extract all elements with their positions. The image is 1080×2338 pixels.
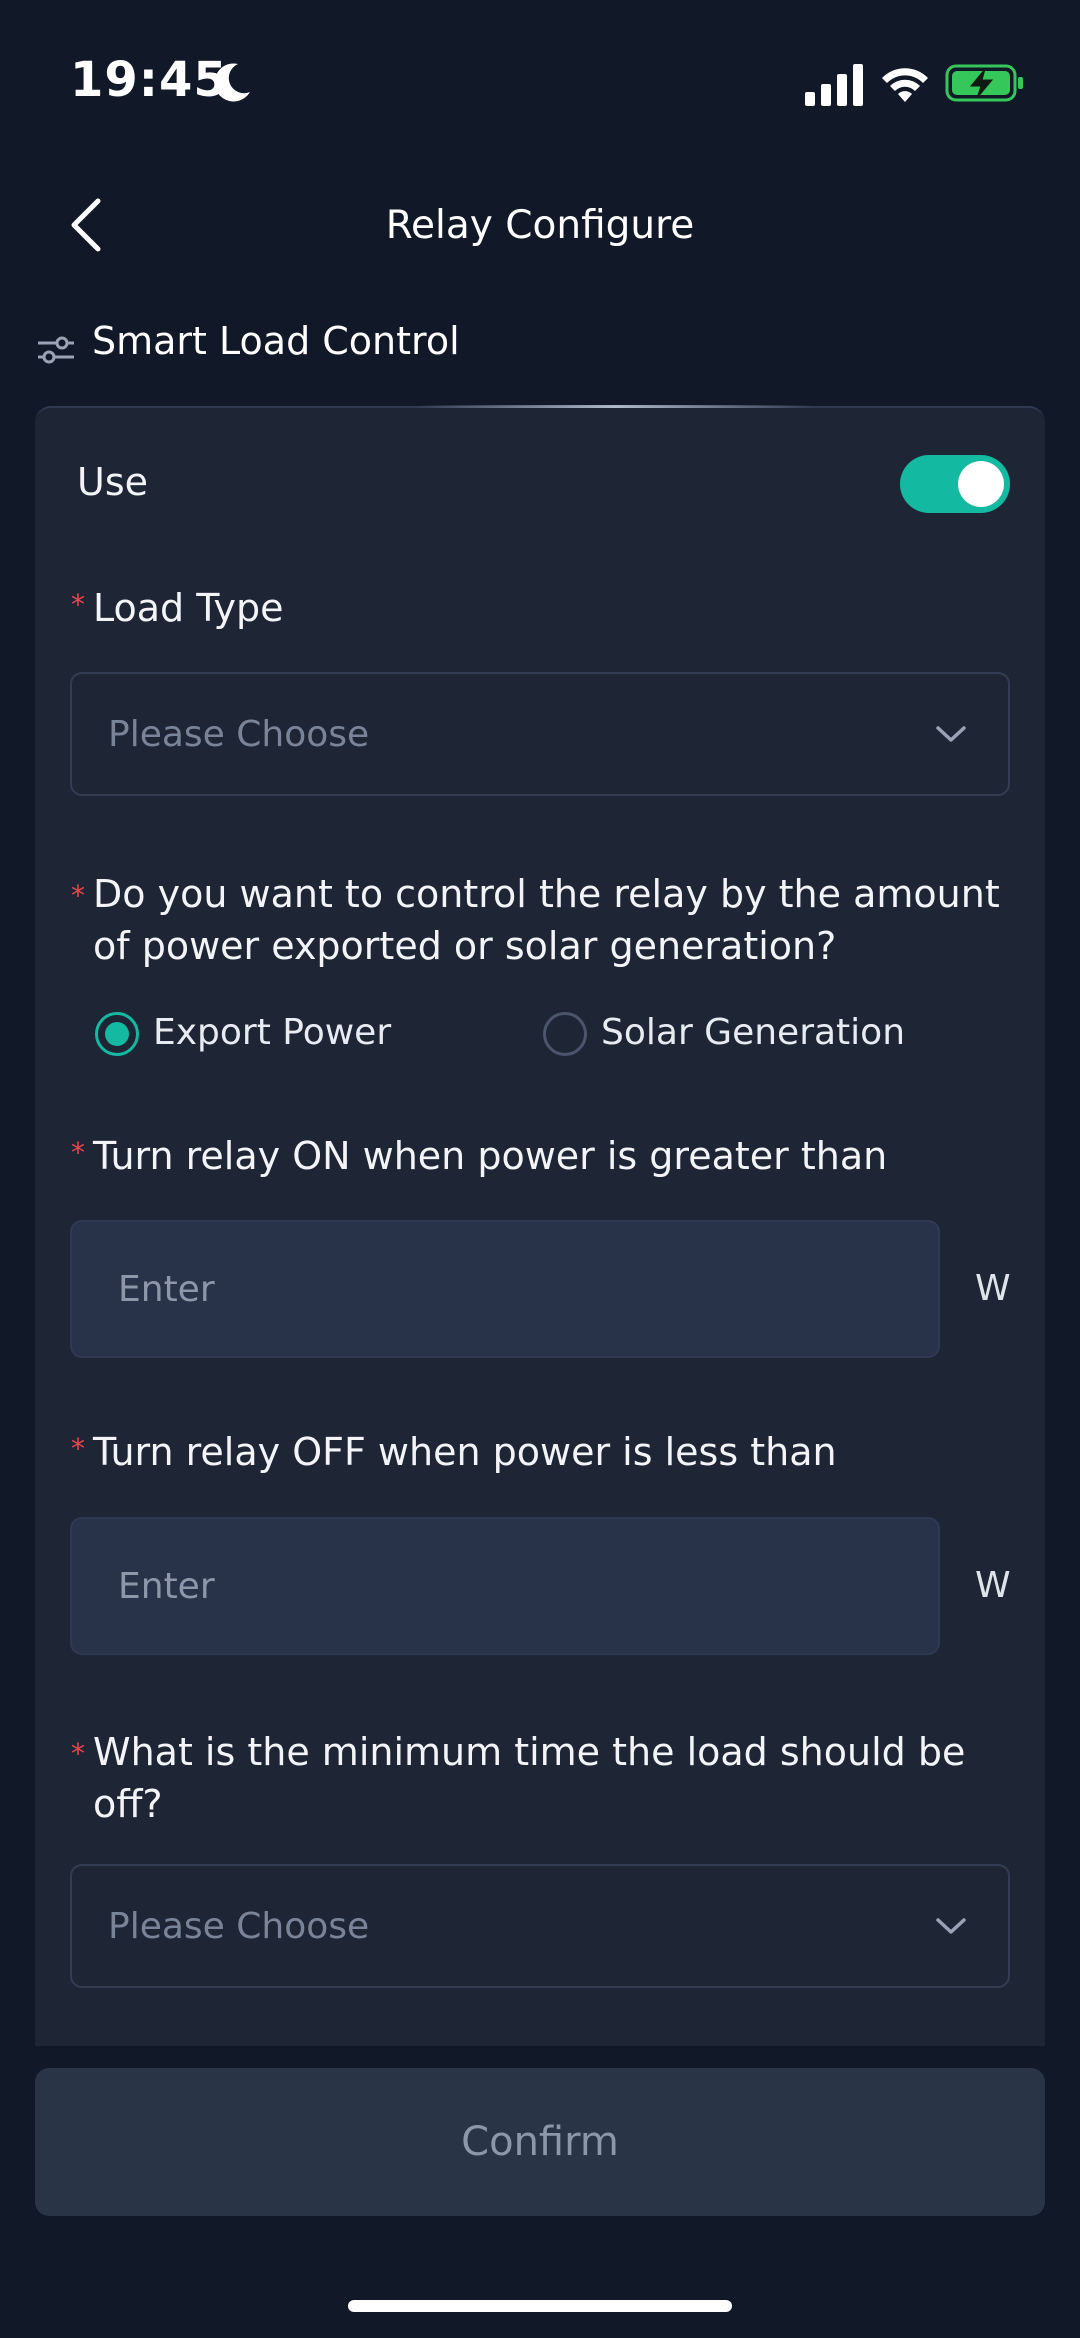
status-bar: 19:45 bbox=[0, 0, 1080, 170]
use-label: Use bbox=[77, 460, 148, 504]
page-title: Relay Configure bbox=[385, 203, 695, 248]
section-title: Smart Load Control bbox=[92, 325, 460, 363]
radio-solar-generation-label: Solar Generation bbox=[601, 1012, 906, 1053]
off-threshold-label-text: Turn relay OFF when power is less than bbox=[93, 1430, 837, 1474]
on-threshold-label-text: Turn relay ON when power is greater than bbox=[93, 1134, 888, 1178]
off-threshold-unit: W bbox=[975, 1565, 1011, 1606]
required-mark: * bbox=[71, 1136, 85, 1169]
required-mark: * bbox=[71, 879, 85, 912]
radio-unselected-indicator bbox=[543, 1012, 587, 1056]
radio-selected-indicator bbox=[95, 1012, 139, 1056]
min-off-time-placeholder: Please Choose bbox=[108, 1906, 370, 1947]
toggle-knob bbox=[958, 461, 1004, 507]
min-off-time-question-text: What is the minimum time the load should… bbox=[93, 1730, 966, 1826]
home-indicator bbox=[348, 2300, 732, 2312]
card-highlight bbox=[415, 405, 815, 408]
on-threshold-unit: W bbox=[975, 1268, 1011, 1309]
load-type-label-text: Load Type bbox=[93, 586, 284, 630]
radio-export-power[interactable]: Export Power bbox=[95, 1008, 415, 1064]
section-header: Smart Load Control bbox=[36, 325, 936, 375]
load-type-select[interactable]: Please Choose bbox=[70, 672, 1010, 796]
required-mark: * bbox=[71, 588, 85, 621]
moon-icon bbox=[214, 63, 250, 102]
chevron-down-icon bbox=[936, 1918, 966, 1934]
chevron-down-icon bbox=[936, 726, 966, 742]
radio-solar-generation[interactable]: Solar Generation bbox=[543, 1008, 943, 1064]
off-threshold-label: * Turn relay OFF when power is less than bbox=[71, 1430, 837, 1474]
nav-bar: Relay Configure bbox=[0, 185, 1080, 265]
load-type-label: * Load Type bbox=[71, 586, 284, 630]
use-toggle[interactable] bbox=[900, 455, 1010, 513]
load-type-placeholder: Please Choose bbox=[108, 714, 370, 755]
min-off-time-select[interactable]: Please Choose bbox=[70, 1864, 1010, 1988]
cellular-signal-icon bbox=[805, 64, 863, 106]
on-threshold-input[interactable] bbox=[72, 1222, 938, 1356]
battery-charging-icon bbox=[945, 64, 1023, 102]
control-mode-question-text: Do you want to control the relay by the … bbox=[93, 872, 1000, 968]
control-mode-question: * Do you want to control the relay by th… bbox=[71, 868, 1013, 972]
status-time: 19:45 bbox=[70, 52, 228, 108]
off-threshold-input-box bbox=[70, 1517, 940, 1655]
smart-load-form-card: Use * Load Type Please Choose * Do you w… bbox=[35, 405, 1045, 2046]
off-threshold-input[interactable] bbox=[72, 1519, 938, 1653]
required-mark: * bbox=[71, 1737, 85, 1770]
required-mark: * bbox=[71, 1432, 85, 1465]
on-threshold-input-box bbox=[70, 1220, 940, 1358]
min-off-time-question: * What is the minimum time the load shou… bbox=[71, 1726, 1013, 1830]
radio-export-power-label: Export Power bbox=[153, 1012, 392, 1053]
confirm-button[interactable]: Confirm bbox=[35, 2068, 1045, 2216]
on-threshold-label: * Turn relay ON when power is greater th… bbox=[71, 1134, 888, 1178]
wifi-icon bbox=[882, 68, 928, 102]
sliders-icon bbox=[38, 336, 74, 364]
